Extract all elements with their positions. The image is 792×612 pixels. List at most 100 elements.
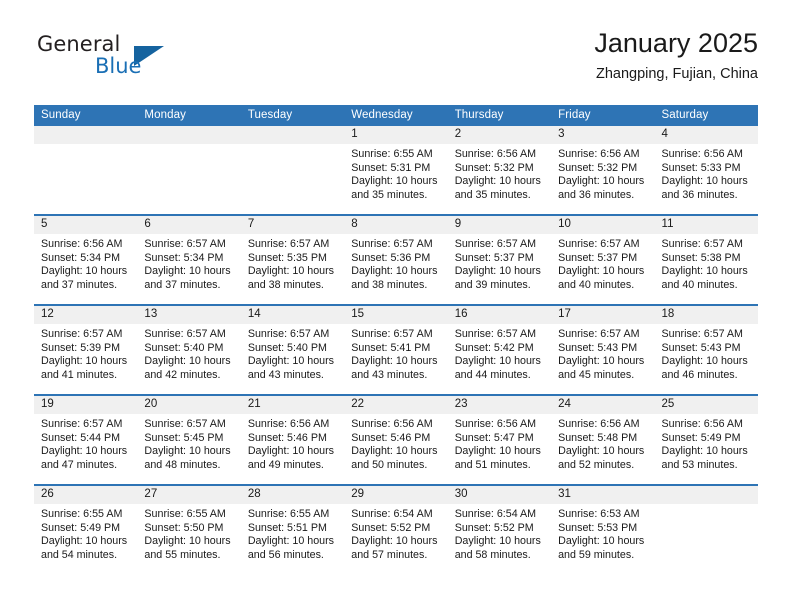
- sunrise-text: Sunrise: 6:56 AM: [351, 418, 433, 430]
- calendar-day-cell[interactable]: 4 Sunrise: 6:56 AM Sunset: 5:33 PM Daylight…: [654, 126, 758, 215]
- calendar-day-cell[interactable]: 9 Sunrise: 6:57 AM Sunset: 5:37 PM Daylight…: [447, 214, 552, 305]
- calendar-day-cell[interactable]: 1 Sunrise: 6:55 AM Sunset: 5:31 PM Daylight…: [344, 126, 448, 215]
- calendar-day-cell[interactable]: 8 Sunrise: 6:57 AM Sunset: 5:36 PM Daylight…: [344, 214, 448, 305]
- sunset-text: Sunset: 5:47 PM: [454, 431, 534, 444]
- calendar-day-cell[interactable]: 10 Sunrise: 6:57 AM Sunset: 5:37 PM Dayligh…: [551, 214, 655, 305]
- day-number: 6: [137, 216, 241, 234]
- calendar-day-cell[interactable]: 18 Sunrise: 6:57 AM Sunset: 5:43 PM Dayligh…: [654, 304, 758, 395]
- brand-logo[interactable]: General Blue: [34, 32, 294, 88]
- daylight-text-line2: and 52 minutes.: [558, 458, 635, 471]
- sunrise-text: Sunrise: 6:57 AM: [558, 328, 640, 340]
- sunrise-text: Sunrise: 6:56 AM: [558, 148, 640, 160]
- daylight-text-line2: and 46 minutes.: [661, 368, 738, 381]
- calendar-day-cell[interactable]: 31 Sunrise: 6:53 AM Sunset: 5:53 PM Dayligh…: [551, 484, 655, 574]
- cell-inner: [654, 486, 758, 574]
- calendar-day-cell[interactable]: 29 Sunrise: 6:54 AM Sunset: 5:52 PM Dayligh…: [344, 484, 448, 574]
- day-details: Sunrise: 6:57 AM Sunset: 5:36 PM Daylight:…: [344, 234, 447, 292]
- calendar-day-cell[interactable]: 19 Sunrise: 6:57 AM Sunset: 5:44 PM Dayligh…: [34, 394, 138, 485]
- day-number: 30: [447, 486, 552, 504]
- day-details: Sunrise: 6:56 AM Sunset: 5:48 PM Daylight:…: [551, 414, 654, 472]
- calendar-header-row: Sunday Monday Tuesday Wednesday Thursday Frid…: [34, 105, 758, 126]
- day-details: Sunrise: 6:56 AM Sunset: 5:32 PM Daylight:…: [551, 144, 654, 202]
- day-details: Sunrise: 6:54 AM Sunset: 5:52 PM Daylight:…: [448, 504, 551, 562]
- day-number: 26: [34, 486, 138, 504]
- daylight-text-line1: Daylight: 10 hours: [144, 355, 231, 368]
- calendar-day-cell[interactable]: 15 Sunrise: 6:57 AM Sunset: 5:41 PM Dayligh…: [344, 304, 448, 395]
- page-header: General Blue January 2025 Zhangping, Fuj…: [34, 26, 758, 96]
- day-number: 9: [447, 216, 552, 234]
- daylight-text-line2: and 39 minutes.: [454, 278, 531, 291]
- cell-inner: 23 Sunrise: 6:56 AM Sunset: 5:47 PM Dayligh…: [447, 396, 552, 484]
- brand-name-general: General: [37, 32, 121, 56]
- sunset-text: Sunset: 5:50 PM: [144, 521, 224, 534]
- calendar-day-cell[interactable]: 24 Sunrise: 6:56 AM Sunset: 5:48 PM Dayligh…: [551, 394, 655, 485]
- daylight-text-line2: and 55 minutes.: [144, 548, 221, 561]
- daylight-text-line2: and 53 minutes.: [661, 458, 738, 471]
- daylight-text-line2: and 49 minutes.: [247, 458, 324, 471]
- daylight-text-line1: Daylight: 10 hours: [351, 535, 438, 548]
- sunset-text: Sunset: 5:40 PM: [247, 341, 327, 354]
- cell-inner: 22 Sunrise: 6:56 AM Sunset: 5:46 PM Dayligh…: [344, 396, 448, 484]
- calendar-day-cell[interactable]: 27 Sunrise: 6:55 AM Sunset: 5:50 PM Dayligh…: [137, 484, 241, 574]
- day-number: 23: [447, 396, 552, 414]
- weekday-header-thursday: Thursday: [447, 105, 552, 126]
- sunrise-text: Sunrise: 6:57 AM: [454, 238, 537, 250]
- daylight-text-line2: and 58 minutes.: [454, 548, 531, 561]
- sunset-text: Sunset: 5:40 PM: [144, 341, 224, 354]
- cell-inner: 6 Sunrise: 6:57 AM Sunset: 5:34 PM Daylight…: [137, 216, 241, 304]
- sunrise-text: Sunrise: 6:56 AM: [661, 418, 743, 430]
- calendar-day-cell[interactable]: 23 Sunrise: 6:56 AM Sunset: 5:47 PM Dayligh…: [447, 394, 552, 485]
- calendar-day-cell[interactable]: 21 Sunrise: 6:56 AM Sunset: 5:46 PM Dayligh…: [240, 394, 345, 485]
- day-number: 27: [137, 486, 241, 504]
- calendar-day-cell[interactable]: 30 Sunrise: 6:54 AM Sunset: 5:52 PM Dayligh…: [447, 484, 552, 574]
- sunrise-text: Sunrise: 6:56 AM: [454, 148, 537, 160]
- calendar-day-cell[interactable]: 22 Sunrise: 6:56 AM Sunset: 5:46 PM Dayligh…: [344, 394, 448, 485]
- cell-inner: 29 Sunrise: 6:54 AM Sunset: 5:52 PM Dayligh…: [344, 486, 448, 574]
- calendar-cell-empty: [654, 484, 758, 574]
- day-number: 19: [34, 396, 138, 414]
- calendar-day-cell[interactable]: 26 Sunrise: 6:55 AM Sunset: 5:49 PM Dayligh…: [34, 484, 138, 574]
- cell-inner: 15 Sunrise: 6:57 AM Sunset: 5:41 PM Dayligh…: [344, 306, 448, 394]
- day-details: Sunrise: 6:57 AM Sunset: 5:43 PM Daylight:…: [551, 324, 654, 382]
- sunrise-text: Sunrise: 6:56 AM: [41, 238, 123, 250]
- day-details: Sunrise: 6:57 AM Sunset: 5:39 PM Daylight:…: [34, 324, 137, 382]
- calendar-day-cell[interactable]: 13 Sunrise: 6:57 AM Sunset: 5:40 PM Dayligh…: [137, 304, 241, 395]
- calendar-day-cell[interactable]: 12 Sunrise: 6:57 AM Sunset: 5:39 PM Dayligh…: [34, 304, 138, 395]
- calendar-day-cell[interactable]: 7 Sunrise: 6:57 AM Sunset: 5:35 PM Daylight…: [240, 214, 345, 305]
- calendar-week-row: 12 Sunrise: 6:57 AM Sunset: 5:39 PM Dayligh…: [34, 304, 758, 395]
- sunrise-text: Sunrise: 6:57 AM: [144, 328, 226, 340]
- sunrise-text: Sunrise: 6:57 AM: [41, 328, 123, 340]
- daylight-text-line1: Daylight: 10 hours: [351, 265, 438, 278]
- calendar-day-cell[interactable]: 17 Sunrise: 6:57 AM Sunset: 5:43 PM Dayligh…: [551, 304, 655, 395]
- daylight-text-line2: and 37 minutes.: [41, 278, 118, 291]
- cell-inner: 27 Sunrise: 6:55 AM Sunset: 5:50 PM Dayligh…: [137, 486, 241, 574]
- cell-inner: 5 Sunrise: 6:56 AM Sunset: 5:34 PM Daylight…: [34, 216, 138, 304]
- daylight-text-line1: Daylight: 10 hours: [454, 175, 541, 188]
- cell-inner: [240, 126, 345, 214]
- day-number: 5: [34, 216, 138, 234]
- calendar-day-cell[interactable]: 3 Sunrise: 6:56 AM Sunset: 5:32 PM Daylight…: [551, 126, 655, 215]
- calendar-day-cell[interactable]: 2 Sunrise: 6:56 AM Sunset: 5:32 PM Daylight…: [447, 126, 552, 215]
- sunset-text: Sunset: 5:33 PM: [661, 161, 741, 174]
- calendar-day-cell[interactable]: 28 Sunrise: 6:55 AM Sunset: 5:51 PM Dayligh…: [240, 484, 345, 574]
- day-number: 20: [137, 396, 241, 414]
- daylight-text-line1: Daylight: 10 hours: [41, 535, 128, 548]
- calendar-week-row: 19 Sunrise: 6:57 AM Sunset: 5:44 PM Dayligh…: [34, 394, 758, 485]
- calendar-day-cell[interactable]: 11 Sunrise: 6:57 AM Sunset: 5:38 PM Dayligh…: [654, 214, 758, 305]
- calendar-day-cell[interactable]: 20 Sunrise: 6:57 AM Sunset: 5:45 PM Dayligh…: [137, 394, 241, 485]
- cell-inner: 11 Sunrise: 6:57 AM Sunset: 5:38 PM Dayligh…: [654, 216, 758, 304]
- sunset-text: Sunset: 5:42 PM: [454, 341, 534, 354]
- day-details: Sunrise: 6:56 AM Sunset: 5:46 PM Daylight:…: [241, 414, 344, 472]
- calendar-day-cell[interactable]: 14 Sunrise: 6:57 AM Sunset: 5:40 PM Dayligh…: [240, 304, 345, 395]
- day-number: 4: [654, 126, 758, 144]
- daylight-text-line2: and 38 minutes.: [247, 278, 324, 291]
- brand-name-blue: Blue: [95, 54, 142, 78]
- calendar-day-cell[interactable]: 6 Sunrise: 6:57 AM Sunset: 5:34 PM Daylight…: [137, 214, 241, 305]
- calendar-day-cell[interactable]: 16 Sunrise: 6:57 AM Sunset: 5:42 PM Dayligh…: [447, 304, 552, 395]
- day-number: 2: [447, 126, 552, 144]
- day-number: 10: [551, 216, 655, 234]
- cell-inner: 21 Sunrise: 6:56 AM Sunset: 5:46 PM Dayligh…: [240, 396, 345, 484]
- calendar-day-cell[interactable]: 5 Sunrise: 6:56 AM Sunset: 5:34 PM Daylight…: [34, 214, 138, 305]
- calendar-week-row: 1 Sunrise: 6:55 AM Sunset: 5:31 PM Daylight…: [34, 126, 758, 215]
- calendar-day-cell[interactable]: 25 Sunrise: 6:56 AM Sunset: 5:49 PM Dayligh…: [654, 394, 758, 485]
